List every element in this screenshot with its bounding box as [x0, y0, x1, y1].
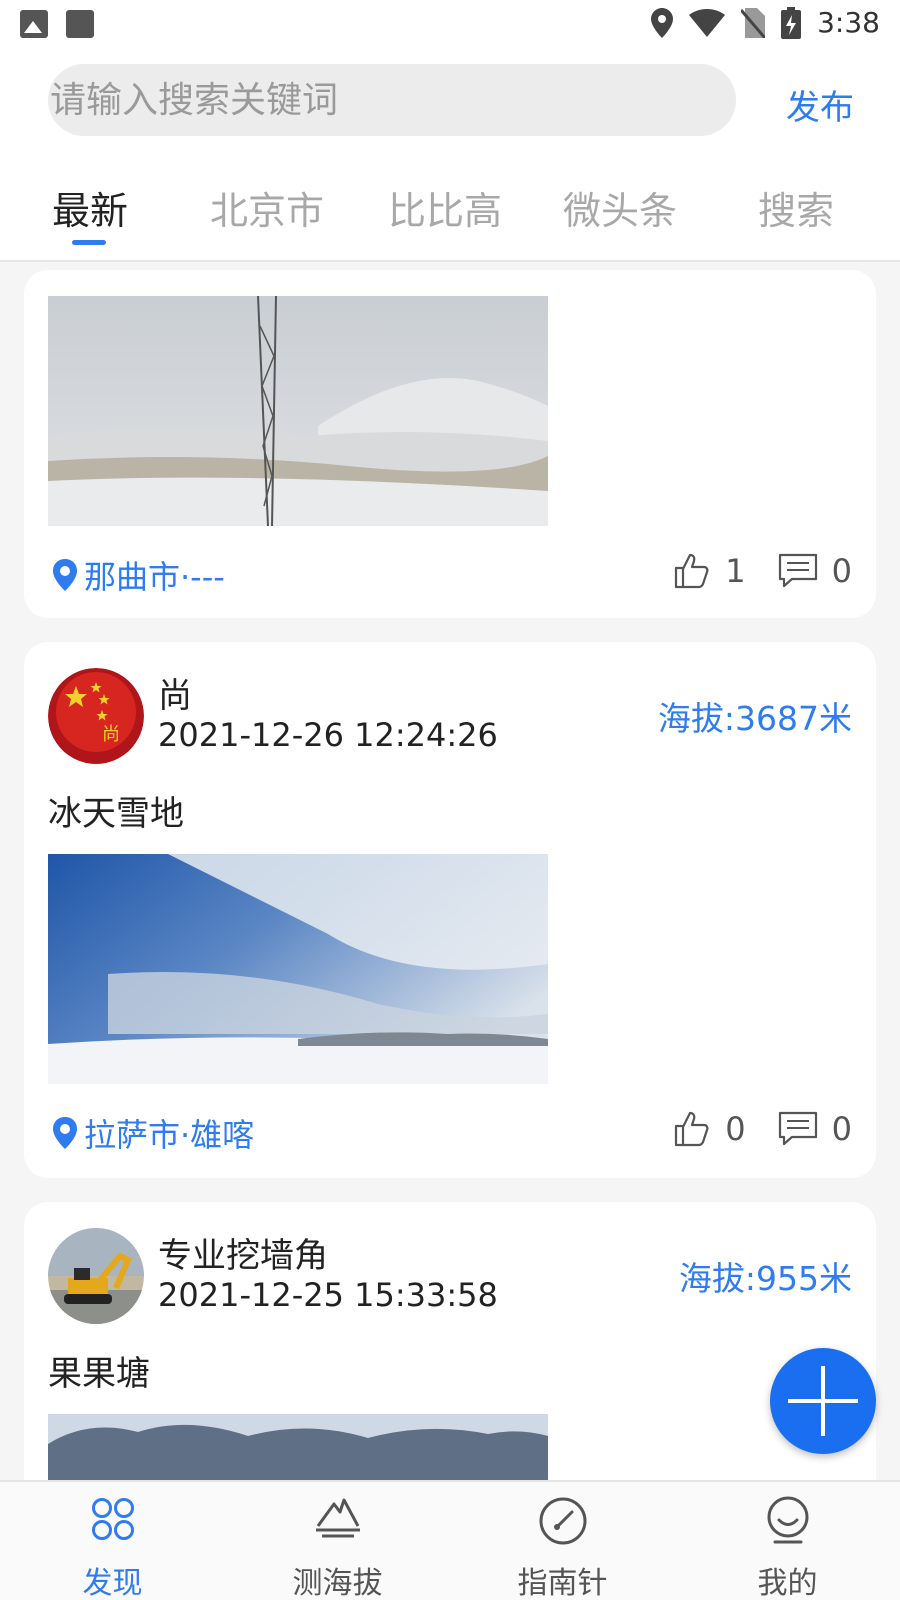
post-stats: 0 0 [673, 1110, 852, 1148]
nav-label: 测海拔 [292, 1566, 383, 1600]
comment-icon [778, 553, 817, 588]
post-time: 2021-12-26 12:24:26 [158, 716, 498, 754]
post-text[interactable]: 冰天雪地 [48, 786, 184, 835]
post-location[interactable]: 那曲市·--- [50, 552, 225, 598]
compass-icon [539, 1497, 586, 1545]
nav-discover[interactable]: 发现 [0, 1482, 225, 1600]
svg-text:尚: 尚 [102, 724, 120, 745]
no-sim-icon [741, 7, 766, 38]
app-notification-icon [66, 10, 94, 38]
like-count: 0 [725, 1110, 746, 1148]
altitude-label: 海拔:955米 [678, 1259, 852, 1298]
post-photo[interactable] [48, 296, 548, 526]
like-button[interactable]: 0 [673, 1110, 746, 1148]
tab-latest[interactable]: 最新 [52, 180, 128, 235]
post-time: 2021-12-25 15:33:58 [158, 1276, 498, 1314]
post-location[interactable]: 拉萨市·雄喀 [50, 1110, 254, 1156]
header: 发布 最新 北京市 比比高 微头条 搜索 [0, 52, 900, 262]
post-stats: 1 0 [673, 552, 852, 590]
tab-bibigao[interactable]: 比比高 [388, 180, 502, 235]
nav-label: 发现 [82, 1566, 143, 1600]
search-input[interactable] [48, 64, 736, 136]
avatar[interactable]: 尚 [48, 668, 144, 764]
post-photo[interactable] [48, 1414, 548, 1480]
tab-beijing[interactable]: 北京市 [210, 180, 324, 235]
nav-compass[interactable]: 指南针 [450, 1482, 675, 1600]
comment-count: 0 [831, 1110, 852, 1148]
thumbs-up-icon [675, 1111, 709, 1147]
nav-measure-altitude[interactable]: 测海拔 [225, 1482, 450, 1600]
tab-search[interactable]: 搜索 [758, 180, 834, 235]
image-notification-icon [20, 10, 48, 38]
like-count: 1 [725, 552, 746, 590]
thumbs-up-icon [675, 553, 709, 589]
avatar[interactable] [48, 1228, 144, 1324]
comment-icon [778, 1111, 817, 1146]
post-card[interactable]: 尚 尚 2021-12-26 12:24:26 海拔:3687米 冰天雪地 拉萨… [24, 642, 876, 1178]
username[interactable]: 尚 [158, 668, 192, 717]
wifi-icon [689, 8, 726, 37]
post-photo[interactable] [48, 854, 548, 1084]
location-pin-icon [53, 559, 77, 591]
bottom-nav: 发现 测海拔 指南针 我的 [0, 1480, 900, 1600]
like-button[interactable]: 1 [673, 552, 746, 590]
location-status-icon [651, 7, 674, 38]
status-bar: 3:38 [0, 0, 900, 52]
mountain-icon [315, 1498, 360, 1538]
location-pin-icon [53, 1117, 77, 1149]
location-label: 拉萨市·雄喀 [84, 1116, 255, 1154]
nav-label: 指南针 [517, 1566, 608, 1600]
active-tab-indicator [72, 240, 106, 245]
publish-button[interactable]: 发布 [786, 80, 854, 129]
username[interactable]: 专业挖墙角 [158, 1228, 328, 1277]
comment-button[interactable]: 0 [778, 1110, 852, 1148]
nav-profile[interactable]: 我的 [675, 1482, 900, 1600]
post-text[interactable]: 果果塘 [48, 1346, 150, 1395]
clock: 3:38 [817, 6, 880, 39]
tab-bar: 最新 北京市 比比高 微头条 搜索 [0, 180, 900, 260]
tab-micro-headlines[interactable]: 微头条 [563, 180, 677, 235]
post-card[interactable]: 专业挖墙角 2021-12-25 15:33:58 海拔:955米 果果塘 [24, 1202, 876, 1480]
profile-icon [767, 1496, 808, 1544]
discover-icon [91, 1498, 134, 1540]
comment-button[interactable]: 0 [778, 552, 852, 590]
comment-count: 0 [831, 552, 852, 590]
location-label: 那曲市·--- [84, 558, 225, 596]
post-feed[interactable]: 那曲市·--- 1 0 尚 尚 2021-12-26 12:24:26 海拔:3… [0, 262, 900, 1480]
altitude-label: 海拔:3687米 [657, 699, 852, 738]
post-card[interactable]: 那曲市·--- 1 0 [24, 270, 876, 618]
battery-charging-icon [781, 6, 802, 39]
nav-label: 我的 [757, 1566, 818, 1600]
add-post-button[interactable] [770, 1348, 876, 1454]
